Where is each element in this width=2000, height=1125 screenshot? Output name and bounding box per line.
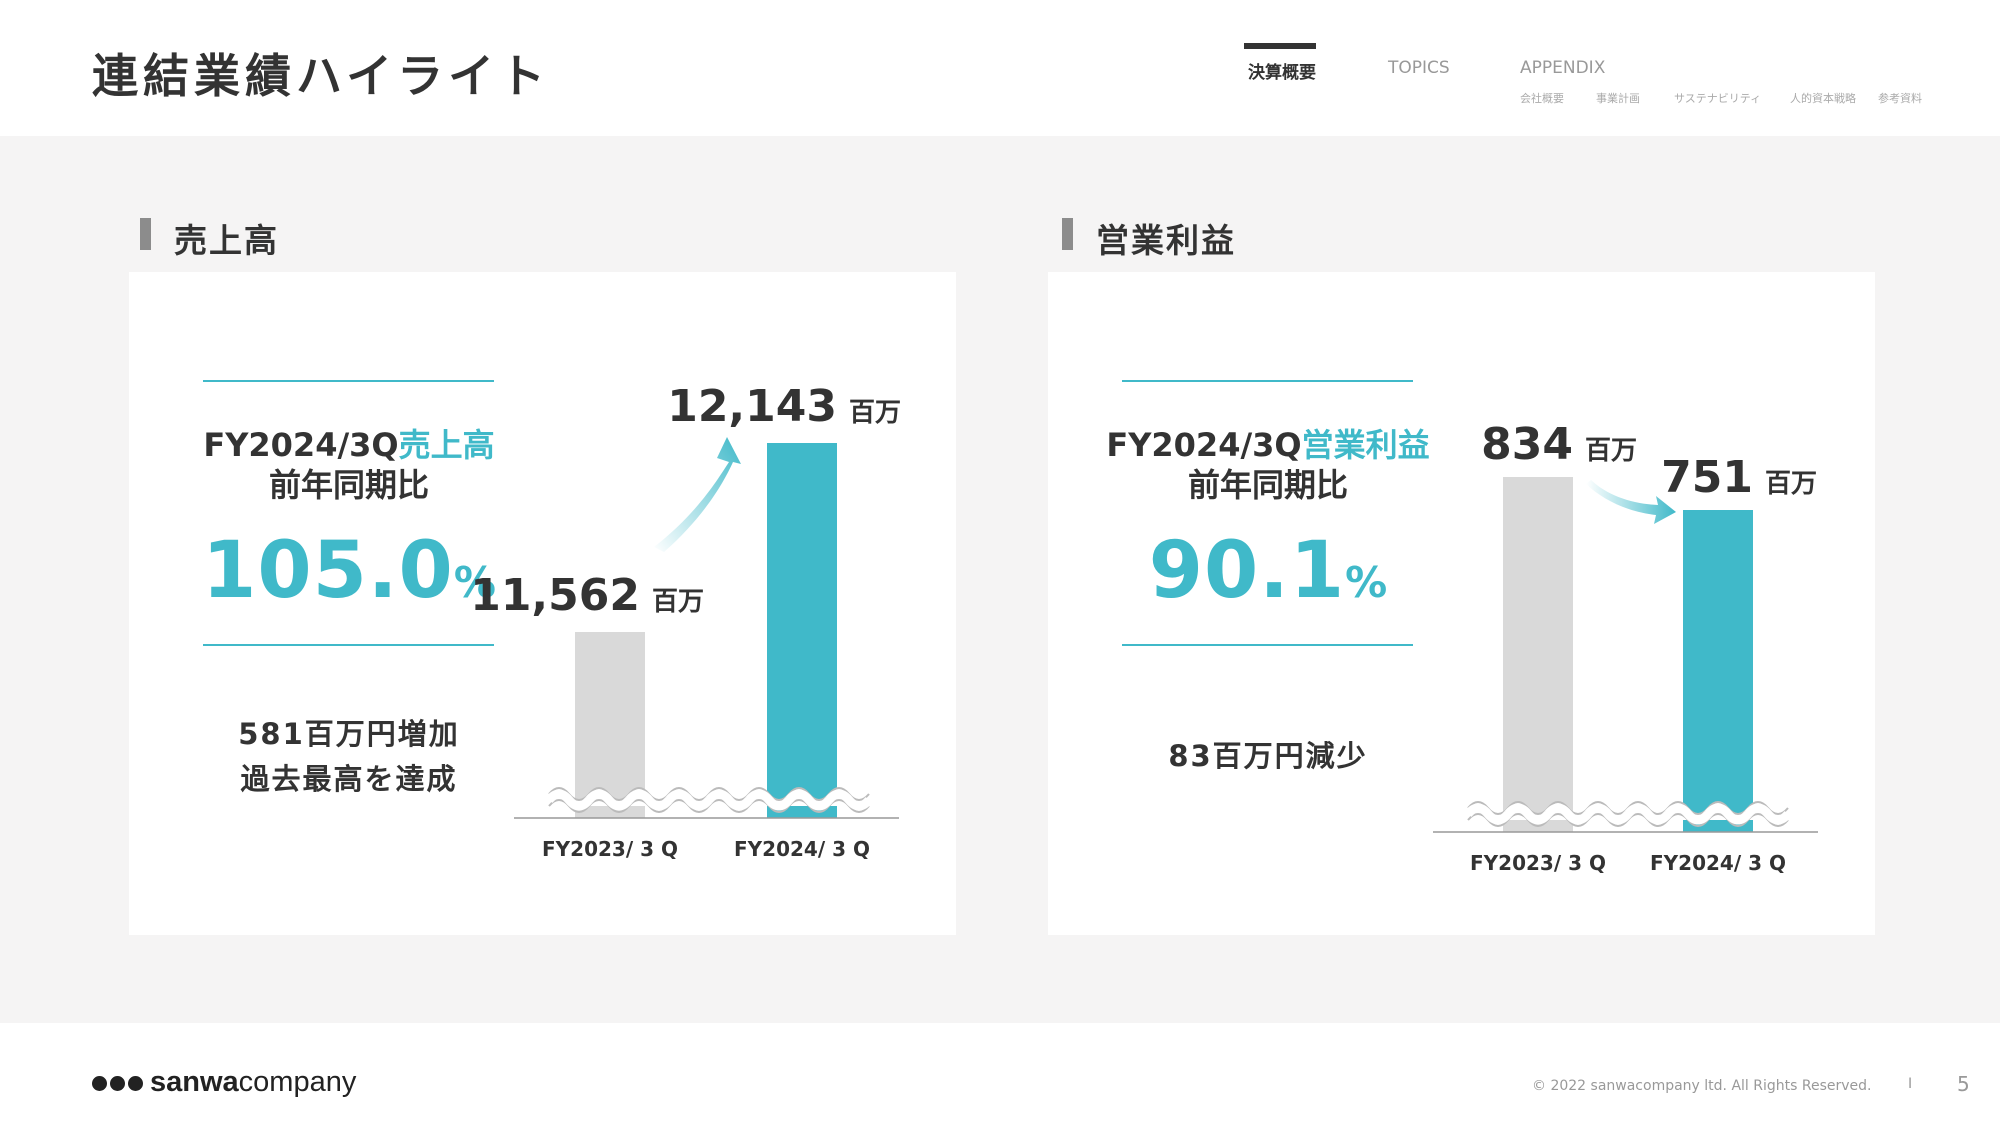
header: 連結業績ハイライト 決算概要 TOPICS APPENDIX 会社概要 事業計画… [0, 0, 2000, 136]
logo-dots-icon [92, 1073, 146, 1092]
category-label: FY2024/ 3 Q [734, 837, 870, 861]
bar-value-label: 12,143 [667, 381, 837, 432]
logo-word-bold: sanwa [150, 1066, 239, 1098]
nav-sub-sustainability[interactable]: サステナビリティ [1674, 90, 1761, 106]
sales-card: FY2024/3Q売上高 前年同期比 105.0% 581百万円増加 過去最高を… [129, 272, 956, 935]
section-marker [140, 218, 151, 250]
bar-unit-label: 百万 [652, 587, 704, 617]
nav-sub-reference[interactable]: 参考資料 [1878, 90, 1922, 106]
profit-chart: 834 百万 FY2023/ 3 Q 751 百万 FY2024/ 3 Q [1433, 419, 1818, 875]
trend-up-arrow-icon [654, 437, 741, 552]
bar-value-label: 834 [1481, 419, 1573, 470]
bar-unit-label: 百万 [1765, 469, 1817, 499]
bar-1 [1683, 510, 1753, 832]
nav-active-indicator [1244, 43, 1316, 49]
footer-separator: I [1908, 1076, 1913, 1092]
category-label: FY2023/ 3 Q [1470, 851, 1606, 875]
bar-value-label: 11,562 [470, 570, 640, 621]
category-label: FY2023/ 3 Q [542, 837, 678, 861]
nav-tab-summary[interactable]: 決算概要 [1248, 58, 1316, 83]
page-number: 5 [1957, 1072, 1970, 1096]
bar-0 [1503, 477, 1573, 832]
sales-chart: 11,562 百万 FY2023/ 3 Q 12,143 百万 FY2024/ 3 Q [470, 381, 901, 861]
profit-card: FY2024/3Q営業利益 前年同期比 90.1% 83百万円減少 834 百万 F… [1048, 272, 1875, 935]
company-logo: sanwacompany [92, 1066, 356, 1106]
section-title-sales: 売上高 [174, 221, 279, 260]
bar-unit-label: 百万 [849, 398, 901, 428]
logo-word-regular: company [238, 1066, 357, 1098]
copyright: © 2022 sanwacompany ltd. All Rights Rese… [1532, 1078, 1872, 1094]
section-title-profit: 営業利益 [1096, 221, 1236, 260]
category-label: FY2024/ 3 Q [1650, 851, 1786, 875]
section-marker [1062, 218, 1073, 250]
nav-sub-business-plan[interactable]: 事業計画 [1596, 90, 1640, 106]
bar-value-label: 751 [1661, 452, 1753, 503]
nav-sub-company-profile[interactable]: 会社概要 [1520, 90, 1564, 106]
nav-tab-topics[interactable]: TOPICS [1388, 58, 1450, 78]
bar-unit-label: 百万 [1585, 436, 1637, 466]
bar-1 [767, 443, 837, 818]
page-title: 連結業績ハイライト [92, 49, 551, 103]
nav-tab-appendix[interactable]: APPENDIX [1520, 58, 1605, 78]
nav-sub-human-capital[interactable]: 人的資本戦略 [1790, 90, 1856, 106]
